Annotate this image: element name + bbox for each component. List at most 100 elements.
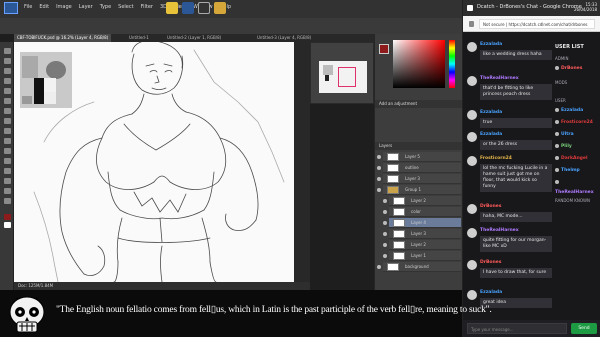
user-list-item[interactable]: TheRealHarnex	[555, 178, 599, 195]
send-button[interactable]: Send	[571, 323, 597, 334]
drawing-canvas[interactable]	[14, 42, 294, 282]
hue-slider[interactable]	[449, 40, 455, 88]
doc-tab[interactable]: Untitled-2 (Layer 1, RGB/8)	[164, 34, 224, 42]
layer-row[interactable]: outline	[377, 163, 461, 173]
user-dot-icon	[555, 143, 559, 148]
message-username[interactable]: TheRealHarnex	[480, 76, 519, 81]
eye-icon[interactable]	[383, 254, 387, 258]
user-name: Ezzalada	[561, 108, 584, 113]
background-color-swatch[interactable]	[4, 222, 11, 228]
pen-tool-icon[interactable]	[4, 148, 11, 154]
layer-name: Layer 5	[405, 154, 420, 159]
gradient-tool-icon[interactable]	[4, 128, 11, 134]
menu-type[interactable]: Type	[100, 4, 111, 10]
layer-name: color	[411, 209, 421, 214]
menu-edit[interactable]: Edit	[39, 4, 49, 10]
layers-header[interactable]: Layers	[375, 142, 463, 150]
doc-tab[interactable]: Untitled-1	[126, 34, 152, 42]
lasso-tool-icon[interactable]	[4, 68, 11, 74]
url-field[interactable]: Not secure | https://dcatch.cdlnet.com/c…	[479, 19, 595, 29]
user-list-item[interactable]: Ezzalada	[555, 106, 599, 116]
layer-row[interactable]: Layer 3	[383, 229, 461, 239]
path-tool-icon[interactable]	[4, 168, 11, 174]
message-username[interactable]: Ezzalada	[480, 42, 502, 47]
adjustments-header: Add an adjustment	[375, 100, 463, 108]
user-list-item[interactable]: DrBones	[555, 64, 599, 74]
text-tool-icon[interactable]	[4, 158, 11, 164]
foreground-color-swatch[interactable]	[4, 214, 11, 220]
skull-logo	[4, 294, 50, 336]
navigator-viewbox[interactable]	[338, 67, 356, 87]
chat-message-input[interactable]: Type your message...	[467, 323, 567, 334]
layer-group-row[interactable]: Group 1	[377, 185, 461, 195]
color-picker-field[interactable]	[393, 40, 445, 88]
user-list-item[interactable]: Ultra	[555, 130, 599, 140]
layer-row[interactable]: Layer 2	[383, 240, 461, 250]
user-list-item[interactable]: Plily	[555, 142, 599, 152]
message-username[interactable]: Ezzalada	[480, 110, 502, 115]
user-list-item[interactable]: Thelmp	[555, 166, 599, 176]
shape-tool-icon[interactable]	[4, 178, 11, 184]
color-swatch[interactable]	[379, 44, 389, 54]
user-list-item[interactable]: DarkAngel	[555, 154, 599, 164]
layer-row[interactable]: Layer 2	[383, 196, 461, 206]
dodge-tool-icon[interactable]	[4, 138, 11, 144]
eraser-tool-icon[interactable]	[4, 118, 11, 124]
message-username[interactable]: Ezzalada	[480, 290, 502, 295]
layer-row[interactable]: Layer 5	[377, 152, 461, 162]
message-username[interactable]: TheRealHarnex	[480, 228, 519, 233]
menu-filter[interactable]: Filter	[141, 4, 153, 10]
crop-tool-icon[interactable]	[4, 78, 11, 84]
eye-icon[interactable]	[377, 177, 381, 181]
photoshop-icon[interactable]	[182, 2, 194, 14]
stamp-tool-icon[interactable]	[4, 108, 11, 114]
avatar	[467, 228, 477, 238]
eye-icon[interactable]	[377, 166, 381, 170]
message-username[interactable]: DrBones	[480, 204, 501, 209]
layer-row[interactable]: Layer 1	[383, 251, 461, 261]
zoom-tool-icon[interactable]	[4, 198, 11, 204]
message-username[interactable]: Ezzalada	[480, 132, 502, 137]
page-favicon-icon	[467, 5, 473, 11]
move-tool-icon[interactable]	[4, 48, 11, 54]
message-username[interactable]: Frosticorn24	[480, 156, 512, 161]
eye-icon[interactable]	[383, 243, 387, 247]
caption-text: "The English noun fellatio comes from fe…	[56, 305, 492, 315]
layer-name: background	[405, 264, 429, 269]
folder-icon[interactable]	[214, 2, 226, 14]
chrome-window: Dcatch - DrBones's Chat - Google Chrome …	[462, 0, 600, 337]
menu-layer[interactable]: Layer	[79, 4, 93, 10]
eye-icon[interactable]	[377, 188, 381, 192]
chrome-icon[interactable]	[166, 2, 178, 14]
layer-thumbnail	[387, 263, 399, 271]
menu-image[interactable]: Image	[56, 4, 72, 10]
layer-name: outline	[405, 165, 419, 170]
eye-icon[interactable]	[383, 221, 387, 225]
obs-icon[interactable]	[198, 2, 210, 14]
message-text: quite fitting for our morgan-like MC xD	[480, 236, 552, 252]
layer-row[interactable]: Layer 3	[377, 174, 461, 184]
doc-tab[interactable]: Untitled-3 (Layer 4, RGB/8)	[254, 34, 314, 42]
user-list-item[interactable]: Frosticorn24	[555, 118, 599, 128]
doc-tab-active[interactable]: CBF-TOBIFUCK.psd @ 16.2% (Layer 4, RGB/8…	[14, 34, 112, 42]
layer-name: Layer 3	[405, 176, 420, 181]
eye-icon[interactable]	[383, 210, 387, 214]
eye-icon[interactable]	[383, 232, 387, 236]
brush-tool-icon[interactable]	[4, 98, 11, 104]
eye-icon[interactable]	[383, 199, 387, 203]
menu-file[interactable]: File	[24, 4, 32, 10]
layer-row[interactable]: color	[383, 207, 461, 217]
hand-tool-icon[interactable]	[4, 188, 11, 194]
user-dot-icon	[555, 179, 559, 184]
menu-select[interactable]: Select	[118, 4, 133, 10]
lock-icon[interactable]	[469, 21, 474, 27]
layer-row[interactable]: background	[377, 262, 461, 272]
message-username[interactable]: DrBones	[480, 260, 501, 265]
layer-row-selected[interactable]: Layer 4	[383, 218, 461, 228]
eye-icon[interactable]	[377, 155, 381, 159]
marquee-tool-icon[interactable]	[4, 58, 11, 64]
layer-name: Group 1	[405, 187, 421, 192]
skull-icon	[9, 296, 45, 333]
eye-icon[interactable]	[377, 265, 381, 269]
eyedropper-tool-icon[interactable]	[4, 88, 11, 94]
